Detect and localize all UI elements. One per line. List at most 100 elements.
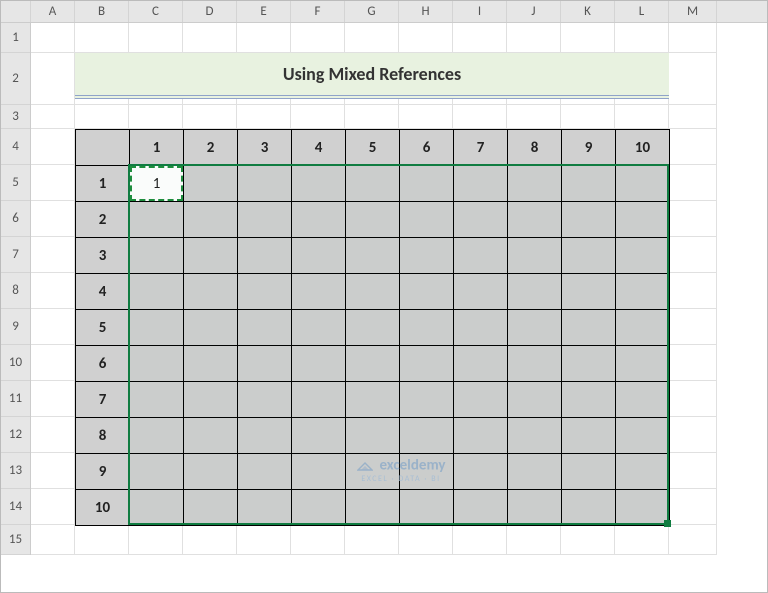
column-header-C[interactable]: C: [129, 1, 183, 22]
table-cell[interactable]: [454, 310, 508, 346]
row-header-1[interactable]: 1: [1, 23, 30, 53]
cell[interactable]: [669, 129, 717, 165]
cell[interactable]: [31, 105, 75, 129]
table-cell[interactable]: [508, 274, 562, 310]
cell[interactable]: [615, 105, 669, 129]
table-cell[interactable]: [400, 346, 454, 382]
table-cell[interactable]: [400, 382, 454, 418]
row-header-8[interactable]: 8: [1, 273, 30, 309]
table-cell[interactable]: [454, 346, 508, 382]
cell[interactable]: [31, 53, 75, 105]
table-cell[interactable]: [238, 274, 292, 310]
table-cell[interactable]: [454, 382, 508, 418]
table-cell[interactable]: [562, 202, 616, 238]
table-cell[interactable]: [346, 346, 400, 382]
cell[interactable]: [399, 23, 453, 53]
table-cell[interactable]: [616, 202, 670, 238]
cell[interactable]: [345, 105, 399, 129]
table-cell[interactable]: [508, 166, 562, 202]
row-header-15[interactable]: 15: [1, 525, 30, 555]
cell[interactable]: [237, 525, 291, 555]
table-cell[interactable]: [562, 238, 616, 274]
table-cell[interactable]: [562, 274, 616, 310]
table-cell[interactable]: [184, 202, 238, 238]
table-cell[interactable]: [130, 418, 184, 454]
table-cell[interactable]: [184, 166, 238, 202]
row-header-7[interactable]: 7: [1, 237, 30, 273]
table-cell[interactable]: [184, 346, 238, 382]
table-cell[interactable]: [508, 490, 562, 526]
column-header-B[interactable]: B: [75, 1, 129, 22]
table-cell[interactable]: [508, 382, 562, 418]
cell[interactable]: [183, 525, 237, 555]
row-header-9[interactable]: 9: [1, 309, 30, 345]
cell[interactable]: [615, 525, 669, 555]
table-cell[interactable]: [616, 382, 670, 418]
table-cell[interactable]: [562, 490, 616, 526]
table-cell[interactable]: [400, 418, 454, 454]
table-cell[interactable]: [400, 166, 454, 202]
column-header-E[interactable]: E: [237, 1, 291, 22]
row-header-13[interactable]: 13: [1, 453, 30, 489]
cell[interactable]: [31, 129, 75, 165]
cell[interactable]: [669, 105, 717, 129]
table-cell[interactable]: [454, 418, 508, 454]
table-cell[interactable]: [616, 310, 670, 346]
table-cell[interactable]: [508, 454, 562, 490]
row-header-2[interactable]: 2: [1, 53, 30, 105]
table-cell[interactable]: [400, 310, 454, 346]
table-cell[interactable]: [292, 274, 346, 310]
table-cell[interactable]: [454, 274, 508, 310]
cell[interactable]: [561, 23, 615, 53]
table-cell[interactable]: [616, 274, 670, 310]
table-cell[interactable]: [400, 274, 454, 310]
table-cell[interactable]: [454, 238, 508, 274]
table-cell[interactable]: [292, 382, 346, 418]
cell[interactable]: [291, 525, 345, 555]
table-cell[interactable]: [238, 382, 292, 418]
column-header-H[interactable]: H: [399, 1, 453, 22]
cell[interactable]: [31, 417, 75, 453]
cell[interactable]: [615, 23, 669, 53]
table-cell[interactable]: [130, 346, 184, 382]
table-cell[interactable]: [400, 490, 454, 526]
column-header-I[interactable]: I: [453, 1, 507, 22]
table-cell[interactable]: [238, 238, 292, 274]
cell[interactable]: [31, 273, 75, 309]
cell[interactable]: [237, 105, 291, 129]
cell[interactable]: [183, 105, 237, 129]
table-cell[interactable]: [508, 346, 562, 382]
cell[interactable]: [237, 23, 291, 53]
column-header-M[interactable]: M: [669, 1, 717, 22]
table-cell[interactable]: 1: [130, 166, 184, 202]
cell[interactable]: [183, 23, 237, 53]
table-cell[interactable]: [346, 238, 400, 274]
cell[interactable]: [669, 53, 717, 105]
table-cell[interactable]: [562, 346, 616, 382]
table-cell[interactable]: [184, 454, 238, 490]
row-header-14[interactable]: 14: [1, 489, 30, 525]
table-cell[interactable]: [562, 418, 616, 454]
row-header-3[interactable]: 3: [1, 105, 30, 129]
table-cell[interactable]: [400, 202, 454, 238]
cell[interactable]: [31, 237, 75, 273]
table-cell[interactable]: [562, 166, 616, 202]
table-cell[interactable]: [238, 454, 292, 490]
cell[interactable]: [31, 165, 75, 201]
table-cell[interactable]: [292, 310, 346, 346]
row-header-10[interactable]: 10: [1, 345, 30, 381]
table-cell[interactable]: [562, 454, 616, 490]
table-cell[interactable]: [508, 238, 562, 274]
column-header-K[interactable]: K: [561, 1, 615, 22]
table-cell[interactable]: [400, 238, 454, 274]
cell[interactable]: [291, 105, 345, 129]
cell[interactable]: [669, 23, 717, 53]
table-cell[interactable]: [292, 418, 346, 454]
row-header-11[interactable]: 11: [1, 381, 30, 417]
table-cell[interactable]: [562, 310, 616, 346]
cell[interactable]: [129, 23, 183, 53]
table-cell[interactable]: [616, 418, 670, 454]
table-cell[interactable]: [346, 274, 400, 310]
cell[interactable]: [399, 105, 453, 129]
table-cell[interactable]: [130, 490, 184, 526]
